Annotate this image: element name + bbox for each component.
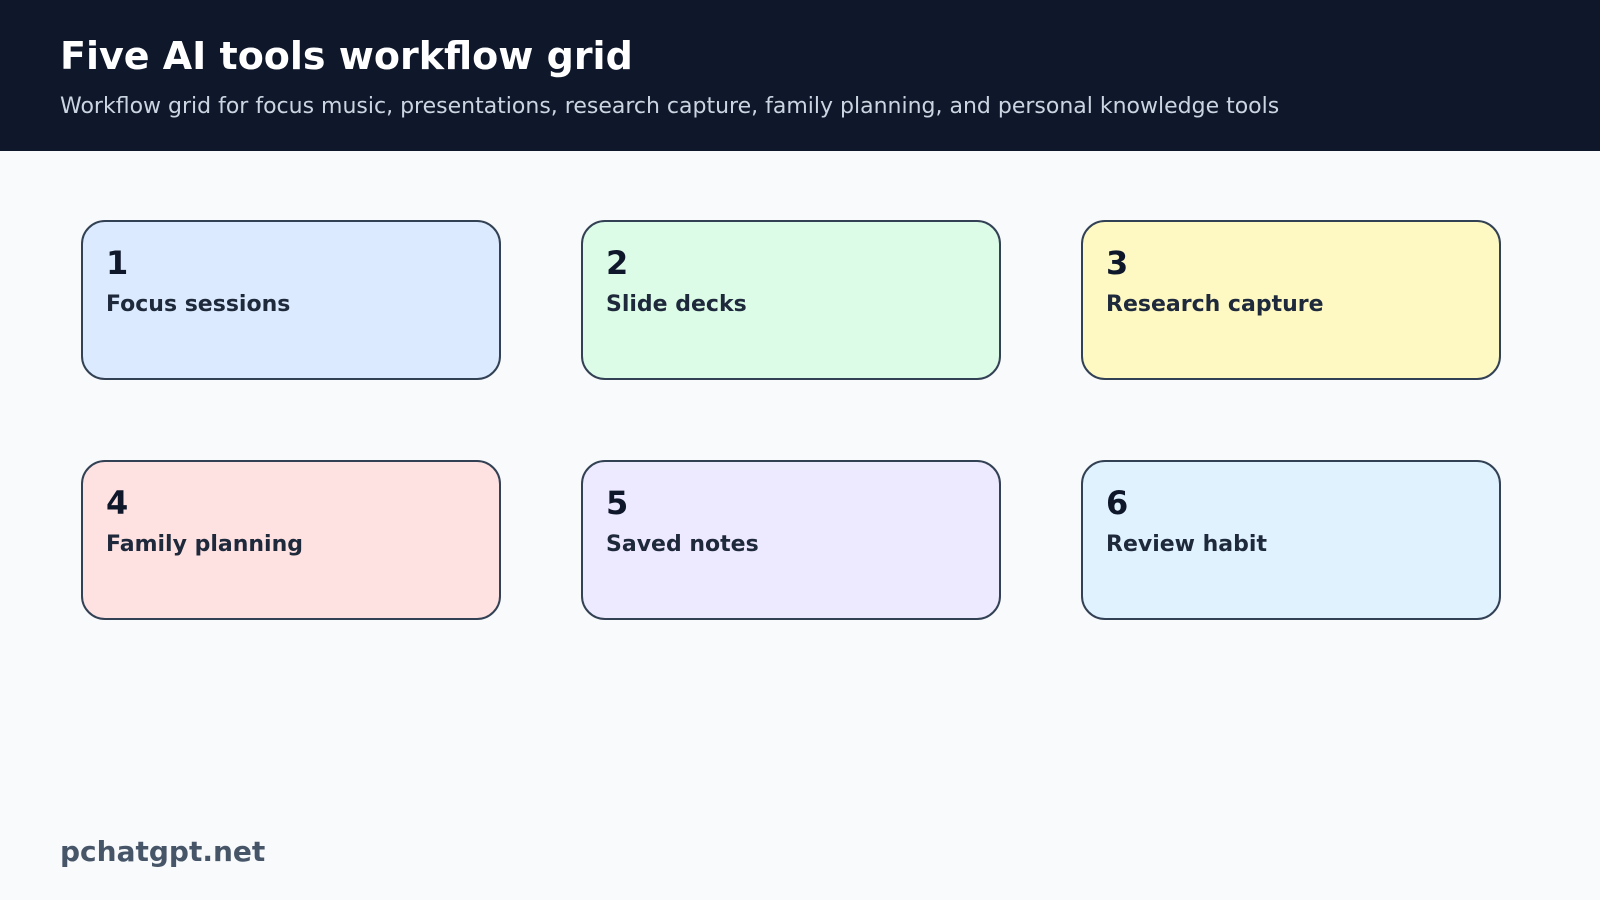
card-number: 6 bbox=[1106, 484, 1129, 522]
page-title: Five AI tools workflow grid bbox=[60, 34, 633, 78]
card-label: Focus sessions bbox=[106, 292, 291, 317]
card-number: 2 bbox=[606, 244, 629, 282]
card-number: 5 bbox=[606, 484, 629, 522]
card-label: Research capture bbox=[1106, 292, 1324, 317]
card-number: 4 bbox=[106, 484, 129, 522]
workflow-card-research-capture: 3 Research capture bbox=[1081, 220, 1501, 380]
card-number: 1 bbox=[106, 244, 129, 282]
workflow-card-review-habit: 6 Review habit bbox=[1081, 460, 1501, 620]
workflow-card-focus-sessions: 1 Focus sessions bbox=[81, 220, 501, 380]
workflow-card-slide-decks: 2 Slide decks bbox=[581, 220, 1001, 380]
header-banner: Five AI tools workflow grid Workflow gri… bbox=[0, 0, 1600, 151]
workflow-card-family-planning: 4 Family planning bbox=[81, 460, 501, 620]
workflow-grid: 1 Focus sessions 2 Slide decks 3 Researc… bbox=[81, 220, 1501, 620]
page-subtitle: Workflow grid for focus music, presentat… bbox=[60, 94, 1280, 119]
card-label: Slide decks bbox=[606, 292, 747, 317]
card-label: Saved notes bbox=[606, 532, 759, 557]
card-label: Family planning bbox=[106, 532, 304, 557]
card-number: 3 bbox=[1106, 244, 1129, 282]
card-label: Review habit bbox=[1106, 532, 1267, 557]
footer-brand: pchatgpt.net bbox=[60, 835, 266, 868]
workflow-card-saved-notes: 5 Saved notes bbox=[581, 460, 1001, 620]
